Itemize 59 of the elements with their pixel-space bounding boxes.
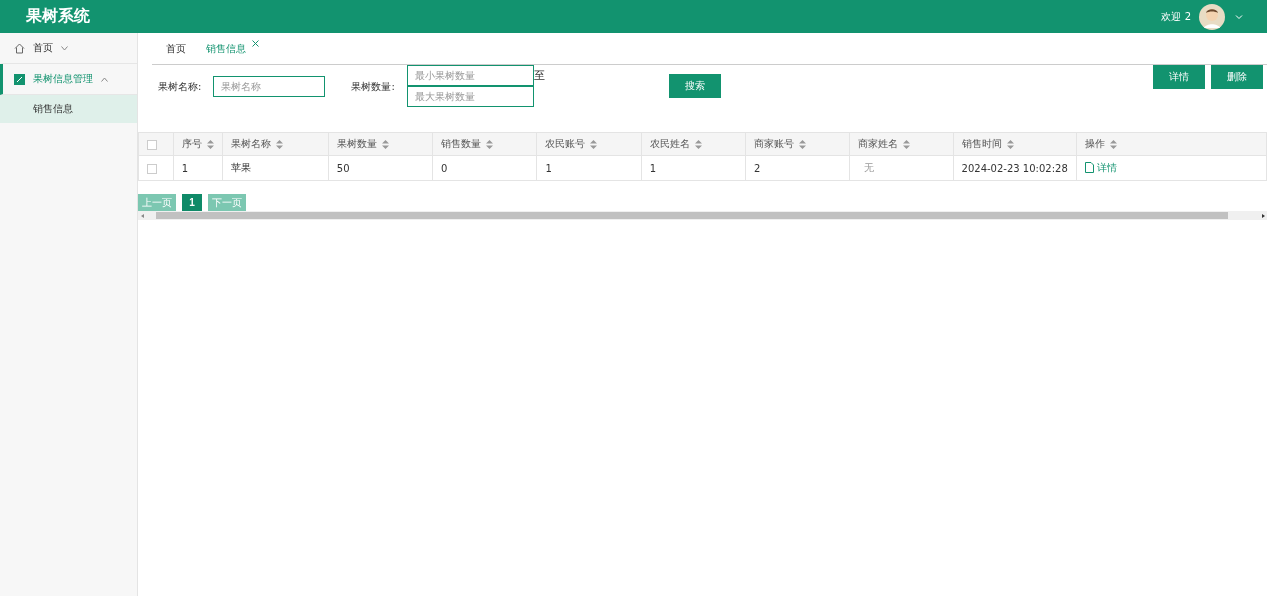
column-header[interactable]: 序号 bbox=[173, 132, 223, 156]
sidebar-subitem[interactable]: 销售信息 bbox=[0, 95, 137, 123]
chevron-down-icon bbox=[61, 45, 68, 51]
details-link[interactable]: 详情 bbox=[1084, 160, 1117, 175]
home-icon bbox=[14, 42, 25, 54]
sort-icon[interactable] bbox=[1006, 139, 1014, 149]
chevron-down-icon[interactable] bbox=[1235, 12, 1243, 21]
sort-icon[interactable] bbox=[590, 139, 598, 149]
delete-button[interactable]: 删除 bbox=[1211, 65, 1263, 89]
column-header[interactable]: 销售数量 bbox=[432, 132, 537, 156]
sort-icon[interactable] bbox=[275, 139, 283, 149]
table-cell: 1 bbox=[173, 155, 223, 181]
table-cell: 1 bbox=[641, 155, 746, 181]
search-button[interactable]: 搜索 bbox=[668, 74, 721, 98]
column-header[interactable]: 销售时间 bbox=[953, 132, 1077, 156]
table-cell: 苹果 bbox=[222, 155, 329, 181]
avatar-icon[interactable] bbox=[1199, 3, 1225, 30]
details-button[interactable]: 详情 bbox=[1153, 65, 1205, 89]
range-separator: 至 bbox=[533, 68, 545, 83]
sort-icon[interactable] bbox=[903, 139, 911, 149]
column-header[interactable]: 商家姓名 bbox=[849, 132, 954, 156]
sort-icon[interactable] bbox=[381, 139, 389, 149]
quantity-label: 果树数量: bbox=[351, 80, 395, 94]
sort-icon[interactable] bbox=[798, 139, 806, 149]
sidebar-item[interactable]: 首页 bbox=[0, 33, 137, 64]
tab[interactable]: 首页 bbox=[166, 41, 186, 56]
close-icon[interactable] bbox=[252, 39, 259, 47]
table-cell: 50 bbox=[328, 155, 433, 181]
column-header[interactable]: 农民姓名 bbox=[641, 132, 746, 156]
checkbox[interactable] bbox=[147, 163, 157, 174]
left-arrow-icon[interactable] bbox=[140, 212, 146, 219]
checkbox[interactable] bbox=[147, 139, 157, 150]
sort-icon[interactable] bbox=[206, 139, 214, 149]
right-arrow-icon[interactable] bbox=[1260, 212, 1266, 219]
name-label: 果树名称: bbox=[158, 80, 202, 94]
tab[interactable]: 销售信息 bbox=[206, 41, 259, 56]
sort-icon[interactable] bbox=[694, 139, 702, 149]
page-button[interactable]: 1 bbox=[182, 194, 202, 211]
table-cell: 2 bbox=[745, 155, 850, 181]
sort-icon[interactable] bbox=[1109, 139, 1117, 149]
column-header[interactable]: 操作 bbox=[1076, 132, 1267, 156]
greeting: 欢迎 2 bbox=[1161, 9, 1191, 24]
name-field[interactable]: 果树名称 bbox=[213, 76, 326, 97]
column-header[interactable]: 农民账号 bbox=[536, 132, 642, 156]
table-cell: 0 bbox=[432, 155, 537, 181]
min-quantity-field[interactable]: 最小果树数量 bbox=[406, 65, 534, 86]
column-header[interactable]: 商家账号 bbox=[745, 132, 850, 156]
table-cell: 无 bbox=[849, 155, 954, 181]
column-header[interactable]: 果树数量 bbox=[328, 132, 433, 156]
table-cell: 1 bbox=[536, 155, 642, 181]
sort-icon[interactable] bbox=[486, 139, 494, 149]
app-title: 果树系统 bbox=[26, 6, 91, 27]
chevron-up-icon bbox=[101, 76, 108, 82]
document-icon bbox=[1084, 162, 1094, 174]
column-header[interactable]: 果树名称 bbox=[222, 132, 329, 156]
horizontal-scrollbar[interactable] bbox=[138, 211, 1267, 220]
max-quantity-field[interactable]: 最大果树数量 bbox=[406, 86, 534, 107]
table-cell: 2024-02-23 10:02:28 bbox=[953, 155, 1077, 181]
scrollbar-thumb[interactable] bbox=[156, 212, 1228, 219]
